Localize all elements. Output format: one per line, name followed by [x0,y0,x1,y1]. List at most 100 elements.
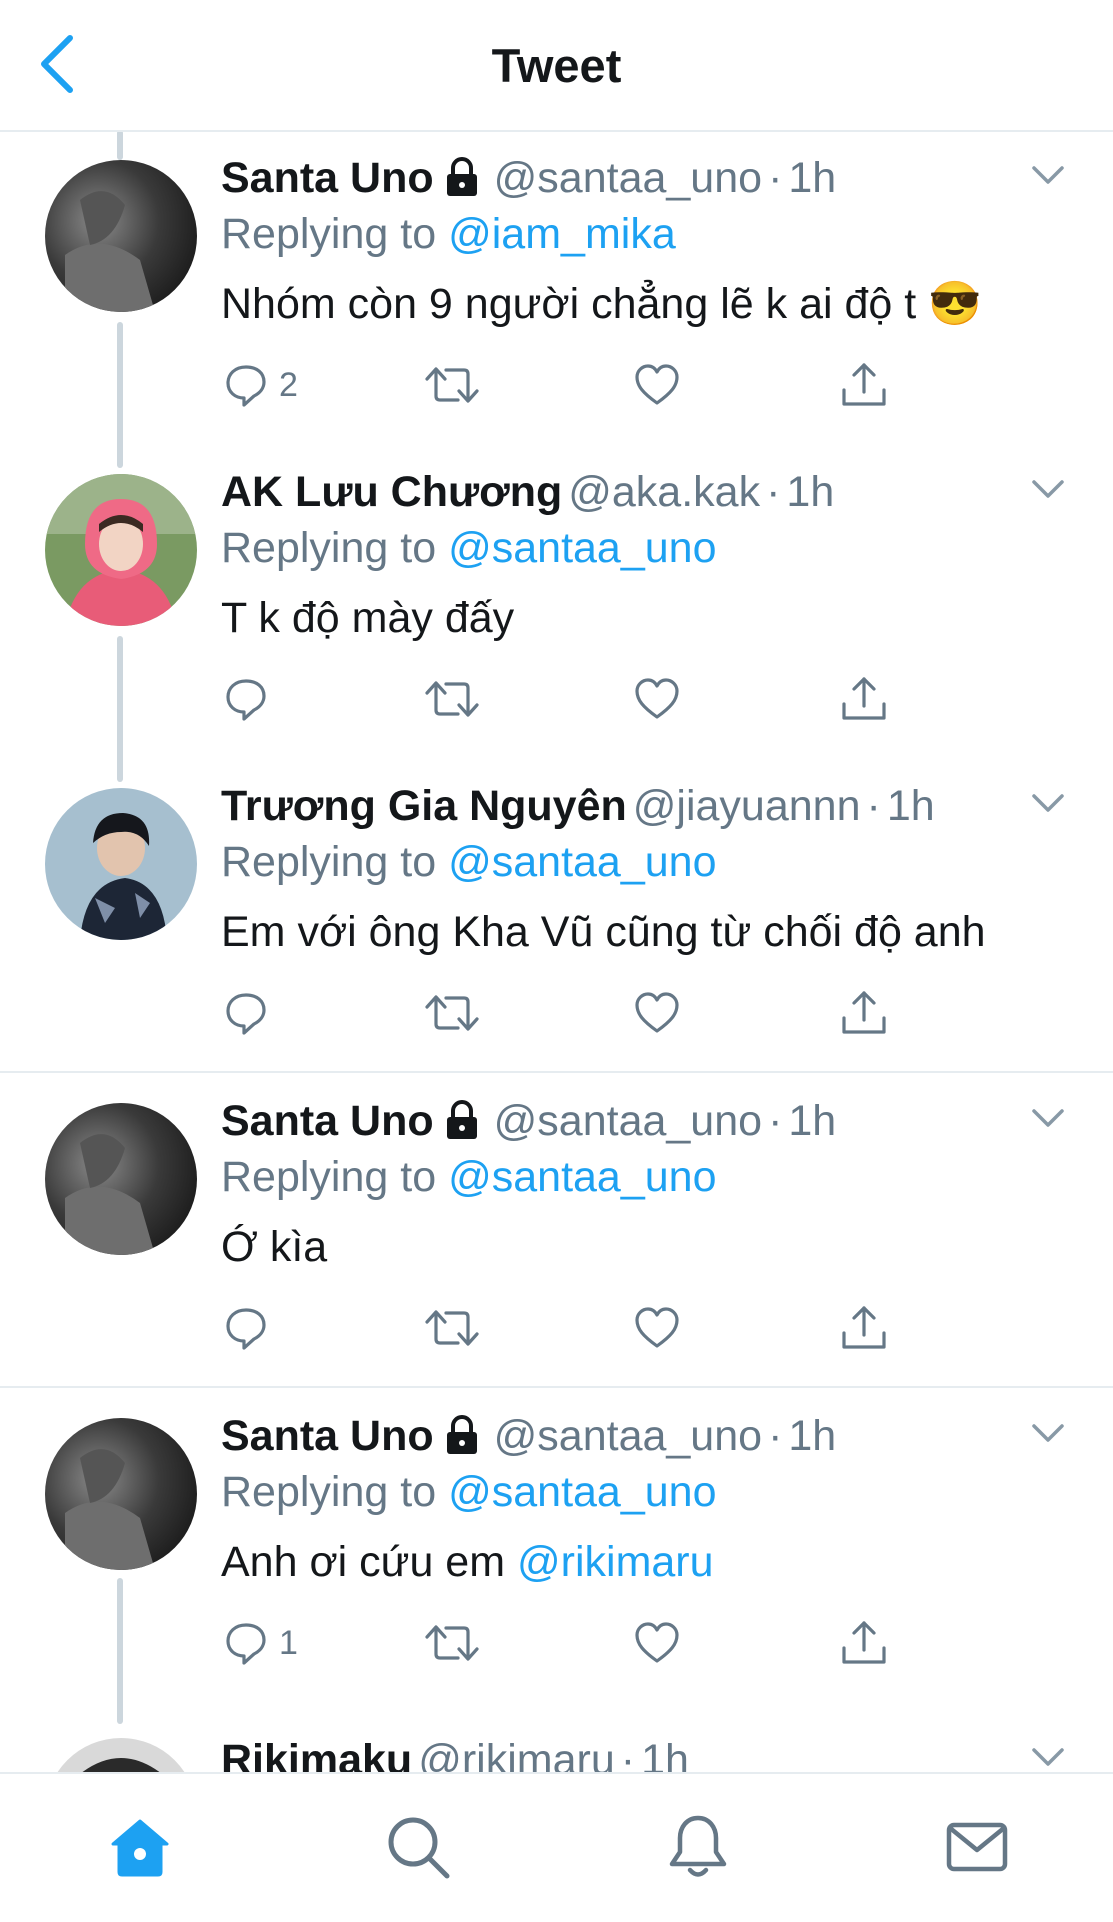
reply-count: 2 [279,365,298,404]
reply-button[interactable] [223,669,279,729]
tweet-actions [221,1298,941,1358]
display-name[interactable]: Santa Uno [221,1097,434,1145]
reply-icon [226,1308,266,1350]
retweet-icon [425,367,479,403]
timestamp: 1h [786,468,835,516]
reply-button[interactable] [223,983,279,1043]
tweet-item[interactable]: Rikimaku @rikimaru · 1h [0,1702,1113,1772]
tweet-menu-button[interactable] [1028,474,1068,504]
avatar-image [45,1738,197,1772]
display-name[interactable]: Rikimaku [221,1736,412,1772]
display-name[interactable]: Trương Gia Nguyên [221,782,627,830]
avatar-image [45,1418,197,1570]
search-icon [388,1817,450,1879]
share-button[interactable] [839,983,889,1043]
retweet-button[interactable] [424,355,480,415]
avatar[interactable] [45,160,197,312]
tweet-item[interactable]: AK Lưu Chương @aka.kak · 1h Replying to @sa… [0,444,1113,758]
heart-icon [635,992,679,1033]
reply-icon [226,1623,266,1665]
user-handle[interactable]: @rikimaru [418,1736,615,1772]
user-handle[interactable]: @jiayuannn [633,782,861,830]
emoji: 😎 [928,280,982,328]
tweet-actions [221,983,941,1043]
retweet-button[interactable] [424,1613,480,1673]
reply-button[interactable]: 1 [223,1613,298,1673]
share-button[interactable] [839,355,889,415]
heart-icon [635,364,679,405]
tweet-item[interactable]: Santa Uno @santaa_uno · 1h Replying to @san… [0,1073,1113,1387]
display-name[interactable]: Santa Uno [221,1412,434,1460]
mention-link[interactable]: @iam_mika [448,210,676,258]
avatar[interactable] [45,1103,197,1255]
tweet-menu-button[interactable] [1028,788,1068,818]
like-button[interactable] [633,355,681,415]
reply-icon [226,993,266,1035]
timestamp: 1h [788,1412,837,1460]
tweet-menu-button[interactable] [1028,1742,1068,1772]
tweet-actions: 2 [221,355,941,415]
user-handle[interactable]: @aka.kak [568,468,760,516]
like-button[interactable] [633,1298,681,1358]
avatar[interactable] [45,788,197,940]
tab-home[interactable] [105,1812,175,1882]
share-button[interactable] [839,1613,889,1673]
avatar[interactable] [45,1418,197,1570]
share-icon [842,677,886,720]
tweet-menu-button[interactable] [1028,1418,1068,1448]
replying-to: Replying to @santaa_uno [221,834,717,890]
share-button[interactable] [839,669,889,729]
tweet-item[interactable]: Trương Gia Nguyên @jiayuannn · 1h Replying … [0,758,1113,1072]
share-button[interactable] [839,1298,889,1358]
like-button[interactable] [633,669,681,729]
tweet-text: Nhóm còn 9 người chẳng lẽ k ai độ t 😎 [221,276,982,332]
tweet-item[interactable]: Santa Uno @santaa_uno · 1h Replying to @iam… [0,130,1113,444]
tab-search[interactable] [383,1812,453,1882]
retweet-button[interactable] [424,669,480,729]
retweet-icon [425,1310,479,1346]
lock-icon [446,157,477,196]
mention-link[interactable]: @rikimaru [517,1538,714,1586]
tweet-menu-button[interactable] [1028,160,1068,190]
mention-link[interactable]: @santaa_uno [448,1153,716,1201]
avatar[interactable] [45,474,197,626]
share-icon [842,1621,886,1664]
tweet-header: Santa Uno @santaa_uno · 1h [221,154,837,202]
tweet-text-body: Anh ơi cứu em [221,1538,506,1586]
timestamp: 1h [641,1736,689,1772]
display-name[interactable]: Santa Uno [221,154,434,202]
mention-link[interactable]: @santaa_uno [448,524,716,572]
heart-icon [635,678,679,719]
user-handle[interactable]: @santaa_uno [494,1412,762,1460]
like-button[interactable] [633,1613,681,1673]
mention-link[interactable]: @santaa_uno [448,1468,716,1516]
tweet-header: AK Lưu Chương @aka.kak · 1h [221,468,835,516]
reply-count: 1 [279,1623,298,1662]
reply-button[interactable]: 2 [223,355,298,415]
avatar-image [45,788,197,940]
replying-to: Replying to @santaa_uno [221,1464,717,1520]
tweet-actions: 1 [221,1613,941,1673]
user-handle[interactable]: @santaa_uno [494,154,762,202]
tweet-text: T k độ mày đấy [221,594,515,642]
timestamp: 1h [788,1097,837,1145]
mention-link[interactable]: @santaa_uno [448,838,716,886]
tab-notifications[interactable] [663,1812,733,1882]
tweet-menu-button[interactable] [1028,1103,1068,1133]
like-button[interactable] [633,983,681,1043]
tweet-actions [221,669,941,729]
display-name[interactable]: AK Lưu Chương [221,468,562,516]
tweet-item[interactable]: Santa Uno @santaa_uno · 1h Replying to @san… [0,1388,1113,1702]
user-handle[interactable]: @santaa_uno [494,1097,762,1145]
replying-to: Replying to @santaa_uno [221,520,717,576]
replying-to: Replying to @santaa_uno [221,1149,717,1205]
tweet-header: Trương Gia Nguyên @jiayuannn · 1h [221,782,935,830]
share-icon [842,1306,886,1349]
tab-messages[interactable] [942,1812,1012,1882]
avatar[interactable] [45,1738,197,1772]
page-title: Tweet [491,39,622,92]
replying-to-label: Replying to [221,838,437,886]
retweet-button[interactable] [424,983,480,1043]
reply-button[interactable] [223,1298,279,1358]
retweet-button[interactable] [424,1298,480,1358]
